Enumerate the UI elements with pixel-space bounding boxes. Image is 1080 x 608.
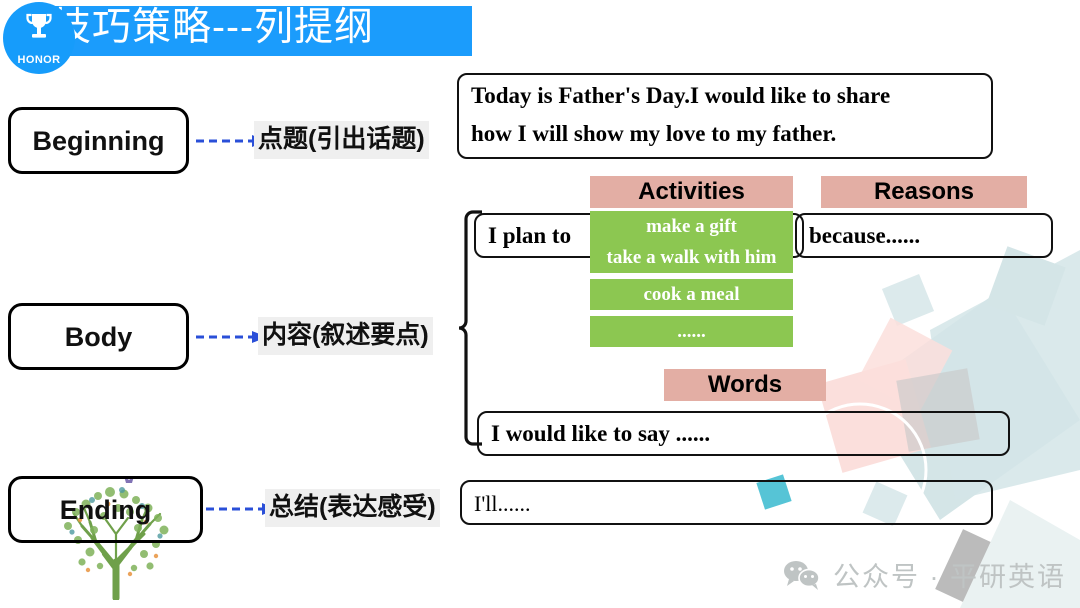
wechat-icon: [784, 560, 820, 590]
words-sentence-box[interactable]: I would like to say ......: [477, 411, 1010, 456]
reason-label: because......: [809, 223, 921, 248]
slide-canvas: 技巧策略---列提纲 HONOR Beginning 点题(引出话题) Toda…: [0, 0, 1080, 608]
stage-box-ending[interactable]: Ending: [8, 476, 203, 543]
stage-box-body[interactable]: Body: [8, 303, 189, 370]
stage-note-body: 内容(叙述要点): [258, 317, 433, 355]
ending-sentence-box[interactable]: I'll......: [460, 480, 993, 525]
stage-label-beginning: Beginning: [32, 126, 165, 156]
beginning-sentence-line2: how I will show my love to my father.: [471, 121, 837, 146]
activity-chip-3[interactable]: ......: [590, 316, 793, 347]
ending-sentence: I'll......: [474, 491, 531, 516]
category-header-reasons: Reasons: [821, 176, 1027, 208]
stage-note-ending: 总结(表达感受): [265, 489, 440, 527]
watermark: 公众号 · 平研英语: [783, 555, 1066, 594]
stage-box-beginning[interactable]: Beginning: [8, 107, 189, 174]
stage-label-ending: Ending: [59, 495, 152, 525]
watermark-text: 公众号 · 平研英语: [833, 562, 1066, 592]
trophy-icon: [26, 13, 52, 38]
honor-badge: HONOR: [3, 2, 75, 74]
stage-label-body: Body: [64, 322, 133, 352]
category-header-activities: Activities: [590, 176, 793, 208]
stage-note-beginning: 点题(引出话题): [254, 121, 429, 159]
honor-badge-label: HONOR: [17, 54, 61, 66]
activity-chip-2[interactable]: cook a meal: [590, 279, 793, 310]
plan-label: I plan to: [488, 223, 572, 248]
beginning-sentence-line1: Today is Father's Day.I would like to sh…: [471, 83, 891, 108]
activity-chip-0[interactable]: make a gift: [590, 211, 793, 242]
reason-sentence-box[interactable]: because......: [795, 213, 1053, 258]
category-header-words: Words: [664, 369, 826, 401]
page-title: 技巧策略---列提纲: [52, 6, 374, 49]
words-sentence: I would like to say ......: [491, 421, 711, 446]
beginning-sentence-box[interactable]: Today is Father's Day.I would like to sh…: [457, 73, 993, 159]
activity-chip-1[interactable]: take a walk with him: [590, 242, 793, 273]
